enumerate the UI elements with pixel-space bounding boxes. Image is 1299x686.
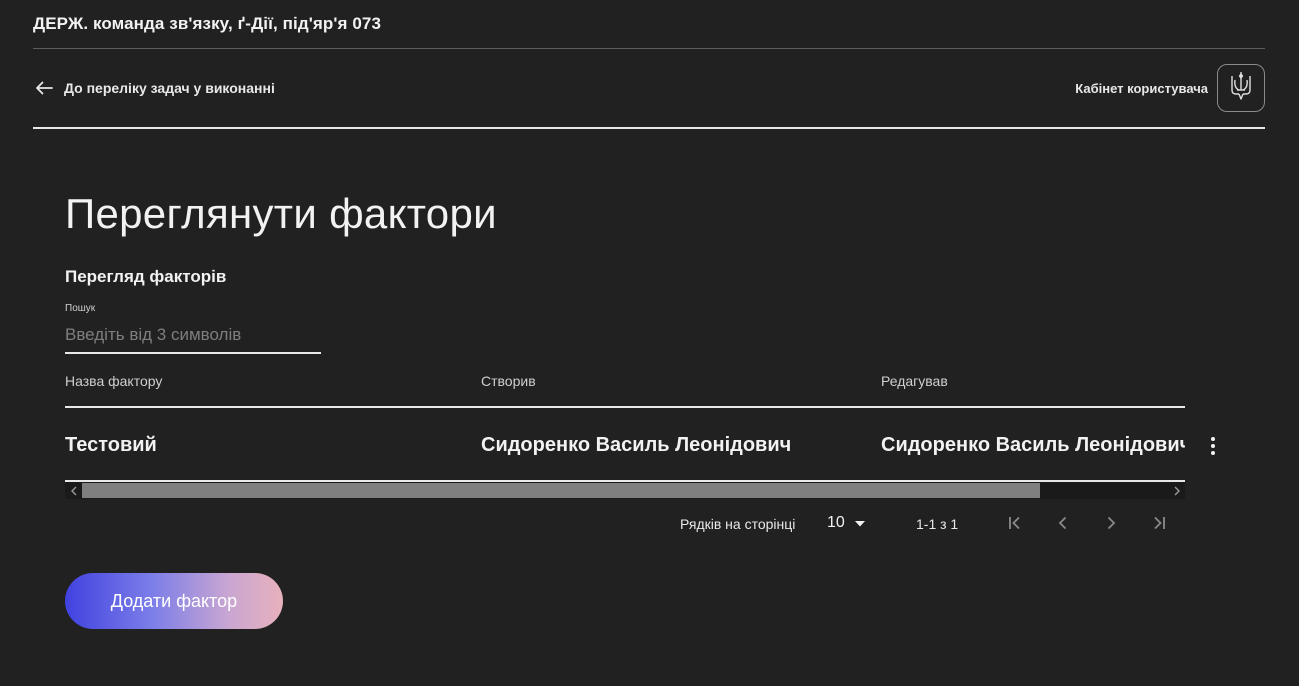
chevron-right-icon <box>1106 516 1116 535</box>
user-cabinet-link[interactable]: Кабінет користувача <box>1075 64 1265 112</box>
add-factor-button[interactable]: Додати фактор <box>65 573 283 629</box>
nav-divider <box>33 127 1265 129</box>
search-input[interactable] <box>65 323 321 354</box>
scroll-left-arrow-icon[interactable] <box>65 482 82 499</box>
scroll-right-arrow-icon[interactable] <box>1168 482 1185 499</box>
column-header-factor-name[interactable]: Назва фактору <box>65 373 162 389</box>
last-page-icon <box>1151 516 1167 535</box>
factors-table: Назва фактору Створив Редагував Тестовий… <box>65 366 1215 499</box>
page-title: Переглянути фактори <box>65 190 497 237</box>
first-page-button[interactable] <box>1003 513 1027 537</box>
rows-per-page-select[interactable]: 10 <box>827 514 865 532</box>
caret-down-icon <box>854 514 865 532</box>
search-field: Пошук <box>65 303 321 354</box>
rows-per-page-label: Рядків на сторінці <box>680 516 796 532</box>
rows-per-page-value: 10 <box>827 514 845 531</box>
user-avatar[interactable] <box>1217 64 1265 112</box>
page-range-text: 1-1 з 1 <box>916 516 959 532</box>
search-label: Пошук <box>65 303 96 314</box>
column-header-created-by[interactable]: Створив <box>481 373 536 389</box>
previous-page-button[interactable] <box>1051 513 1075 537</box>
back-link-label: До переліку задач у виконанні <box>64 80 275 96</box>
last-page-button[interactable] <box>1147 513 1171 537</box>
horizontal-scrollbar[interactable] <box>65 482 1185 499</box>
section-title: Перегляд факторів <box>65 267 227 286</box>
trident-icon <box>1230 70 1252 107</box>
user-cabinet-label: Кабінет користувача <box>1075 80 1208 96</box>
org-title: ДЕРЖ. команда зв'язку, ґ-Дії, під'яр'я 0… <box>33 14 382 33</box>
cell-factor-name: Тестовий <box>65 434 157 456</box>
back-link[interactable]: До переліку задач у виконанні <box>35 76 275 100</box>
table-header: Назва фактору Створив Редагував <box>65 366 1185 408</box>
next-page-button[interactable] <box>1099 513 1123 537</box>
table-pagination: Рядків на сторінці 10 1-1 з 1 <box>65 512 1185 538</box>
cell-created-by: Сидоренко Василь Леонідович <box>481 434 792 456</box>
page: ДЕРЖ. команда зв'язку, ґ-Дії, під'яр'я 0… <box>0 0 1299 686</box>
column-header-edited-by[interactable]: Редагував <box>881 373 948 389</box>
scrollbar-thumb[interactable] <box>82 483 1040 498</box>
first-page-icon <box>1007 516 1023 535</box>
table-row[interactable]: Тестовий Сидоренко Василь Леонідович Сид… <box>65 408 1215 482</box>
arrow-left-icon <box>35 81 53 95</box>
chevron-left-icon <box>1058 516 1068 535</box>
row-more-menu-icon[interactable] <box>1205 434 1221 458</box>
header-divider <box>33 48 1265 49</box>
cell-edited-by: Сидоренко Василь Леонідович <box>881 434 1185 456</box>
